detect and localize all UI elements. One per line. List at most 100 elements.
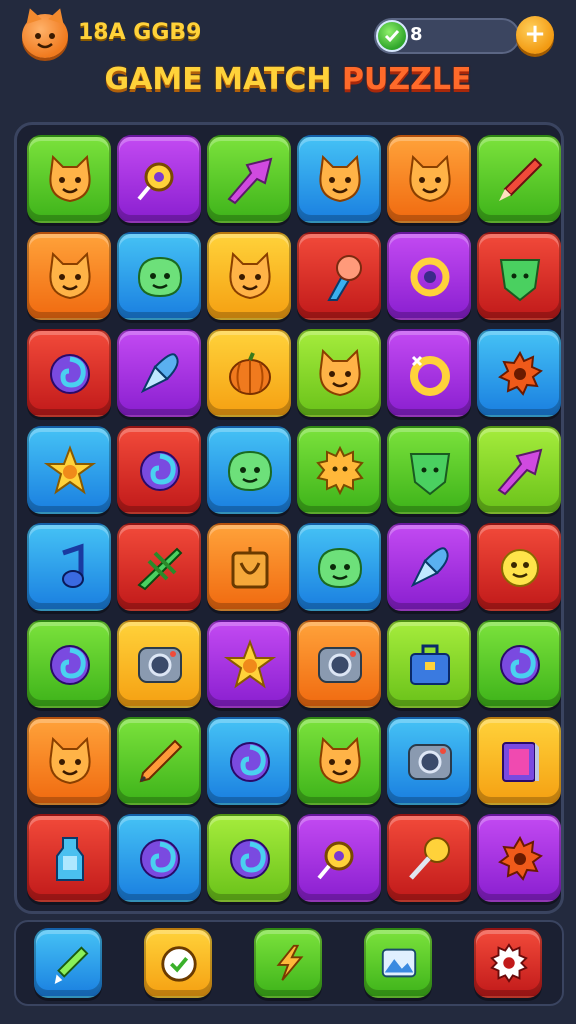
tile-r4-c4[interactable]: [297, 426, 381, 514]
lightning-icon: [276, 944, 304, 981]
tile-r3-c2[interactable]: [117, 329, 201, 417]
check-coin-icon: [376, 20, 408, 52]
title-part-1: GAME MATCH: [104, 62, 332, 97]
tile-r2-c3[interactable]: [207, 232, 291, 320]
tile-r3-c3[interactable]: [207, 329, 291, 417]
tile-r3-c4[interactable]: [297, 329, 381, 417]
tile-r2-c2[interactable]: [117, 232, 201, 320]
tile-r8-c4[interactable]: [297, 814, 381, 902]
tile-r6-c5[interactable]: [387, 620, 471, 708]
cog-icon: [498, 350, 543, 396]
tile-r1-c4[interactable]: [297, 135, 381, 223]
tile-r2-c1[interactable]: [27, 232, 111, 320]
power-up-button-3[interactable]: [254, 928, 322, 998]
blob-face-icon: [227, 450, 273, 492]
cat-face-icon: [319, 348, 361, 397]
plane-icon: [137, 547, 183, 591]
sun-face-icon: [501, 549, 539, 587]
power-up-button-4[interactable]: [364, 928, 432, 998]
game-board: [14, 122, 564, 914]
tile-r7-c2[interactable]: [117, 717, 201, 805]
tile-r4-c1[interactable]: [27, 426, 111, 514]
swirl-icon: [50, 354, 90, 394]
camera-icon: [408, 744, 452, 780]
rocket-icon: [140, 353, 179, 394]
swirl-icon: [140, 839, 180, 879]
tile-r6-c1[interactable]: [27, 620, 111, 708]
page-title: GAME MATCH PUZZLE: [0, 62, 576, 97]
tile-r8-c1[interactable]: [27, 814, 111, 902]
tile-r1-c2[interactable]: [117, 135, 201, 223]
arrow-icon: [227, 157, 273, 205]
tile-r8-c6[interactable]: [477, 814, 561, 902]
cat-face-icon: [49, 154, 91, 203]
tile-r4-c2[interactable]: [117, 426, 201, 514]
pin-icon: [137, 162, 174, 201]
tile-r4-c5[interactable]: [387, 426, 471, 514]
player-id: 18A GGB9: [78, 20, 202, 45]
cat-face-icon: [319, 154, 361, 203]
cat-face-icon: [49, 736, 91, 785]
tile-r1-c6[interactable]: [477, 135, 561, 223]
star-icon: [43, 445, 97, 495]
tile-r5-c1[interactable]: [27, 523, 111, 611]
dart-icon: [499, 157, 543, 201]
coin-count: 8: [410, 24, 423, 45]
tile-r8-c2[interactable]: [117, 814, 201, 902]
cog-icon: [498, 835, 543, 881]
arrow-icon: [497, 448, 543, 496]
tile-r8-c3[interactable]: [207, 814, 291, 902]
swirl-icon: [230, 742, 270, 782]
title-part-2: PUZZLE: [341, 62, 472, 97]
tile-r4-c6[interactable]: [477, 426, 561, 514]
tile-r6-c4[interactable]: [297, 620, 381, 708]
tile-r6-c3[interactable]: [207, 620, 291, 708]
power-up-button-2[interactable]: [144, 928, 212, 998]
shield-icon: [409, 453, 451, 496]
tile-r3-c6[interactable]: [477, 329, 561, 417]
tile-r1-c3[interactable]: [207, 135, 291, 223]
gear-icon: [490, 943, 528, 983]
tile-r7-c5[interactable]: [387, 717, 471, 805]
shield-icon: [499, 259, 541, 302]
rocket-icon: [410, 547, 449, 588]
tile-r4-c3[interactable]: [207, 426, 291, 514]
swirl-icon: [50, 645, 90, 685]
tile-r5-c5[interactable]: [387, 523, 471, 611]
tile-r8-c5[interactable]: [387, 814, 471, 902]
tile-r2-c5[interactable]: [387, 232, 471, 320]
tile-r1-c1[interactable]: [27, 135, 111, 223]
tile-r6-c6[interactable]: [477, 620, 561, 708]
cat-face-icon: [49, 251, 91, 300]
cat-face-icon: [229, 251, 271, 300]
tile-r7-c4[interactable]: [297, 717, 381, 805]
timer-icon: [161, 946, 197, 982]
tile-r2-c6[interactable]: [477, 232, 561, 320]
tile-r3-c1[interactable]: [27, 329, 111, 417]
power-up-button-5[interactable]: [474, 928, 542, 998]
tile-r3-c5[interactable]: [387, 329, 471, 417]
blob-face-icon: [317, 547, 363, 589]
landscape-icon: [381, 948, 417, 978]
tile-r5-c2[interactable]: [117, 523, 201, 611]
avatar[interactable]: [22, 14, 68, 58]
gear-ring-icon: [410, 257, 450, 297]
add-coins-button[interactable]: +: [516, 16, 554, 54]
power-up-button-1[interactable]: [34, 928, 102, 998]
tile-r5-c4[interactable]: [297, 523, 381, 611]
tile-r7-c1[interactable]: [27, 717, 111, 805]
tile-r6-c2[interactable]: [117, 620, 201, 708]
tile-r7-c3[interactable]: [207, 717, 291, 805]
sword-icon: [54, 946, 89, 984]
book-icon: [502, 742, 539, 782]
note-icon: [62, 543, 84, 588]
sun-icon: [316, 445, 364, 496]
tile-r2-c4[interactable]: [297, 232, 381, 320]
power-up-toolbar: [14, 920, 564, 1006]
tile-r5-c6[interactable]: [477, 523, 561, 611]
camera-icon: [138, 647, 182, 683]
tile-r5-c3[interactable]: [207, 523, 291, 611]
tile-r1-c5[interactable]: [387, 135, 471, 223]
tile-r7-c6[interactable]: [477, 717, 561, 805]
swirl-icon: [230, 839, 270, 879]
